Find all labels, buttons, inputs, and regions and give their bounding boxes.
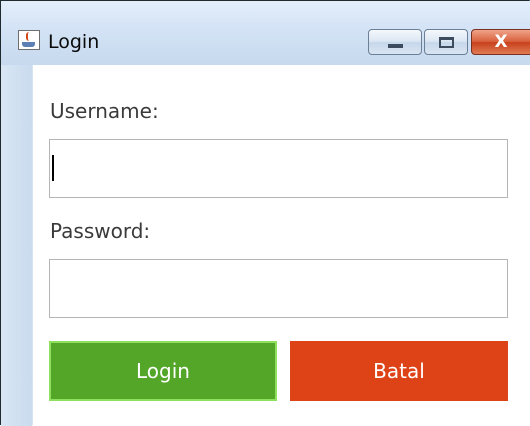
maximize-icon [439,37,454,48]
password-input[interactable] [49,259,508,318]
window-frame-left [1,65,32,426]
java-cup-icon [18,30,40,50]
login-form: Username: Password: Login Batal [33,65,530,426]
title-bar[interactable]: Login X [1,1,530,65]
maximize-button[interactable] [424,29,468,55]
close-button[interactable]: X [471,29,530,55]
cancel-button[interactable]: Batal [290,341,508,401]
login-button[interactable]: Login [49,341,277,401]
close-icon: X [494,32,508,52]
text-caret [52,155,54,181]
minimize-icon [388,44,403,48]
username-label: Username: [50,99,159,123]
username-input[interactable] [49,139,508,198]
password-label: Password: [50,219,151,243]
login-window: Login X Username: Password: Login Batal [0,0,530,426]
minimize-button[interactable] [368,29,422,55]
window-title: Login [48,31,100,53]
